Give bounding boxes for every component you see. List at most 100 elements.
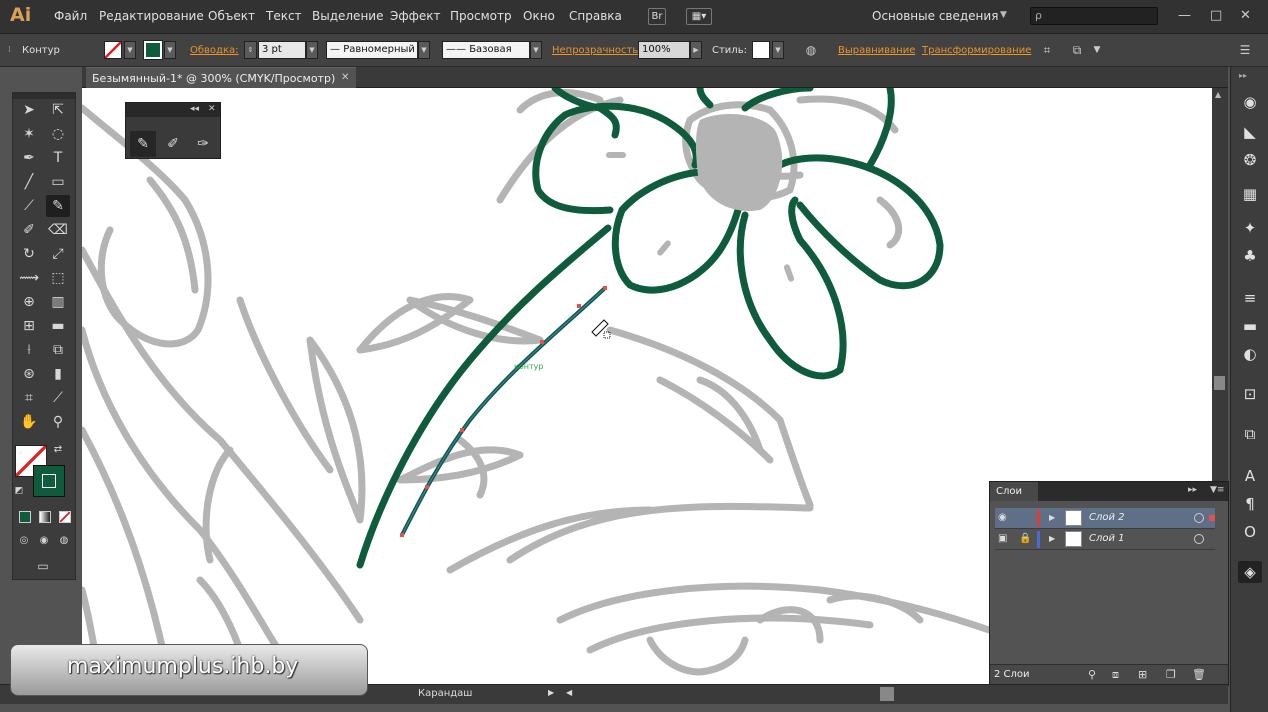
free-transform-tool-icon[interactable]: ⬚ xyxy=(46,267,70,289)
brushes-icon[interactable]: ✦ xyxy=(1238,217,1262,239)
stroke-stepper[interactable]: ⇕ xyxy=(244,41,257,59)
control-options-dropdown[interactable]: ▼ xyxy=(1090,43,1104,57)
pencil-tool-button[interactable]: ✎ xyxy=(130,131,156,157)
expand-layer-icon[interactable]: ▶ xyxy=(1049,534,1055,543)
default-colors-icon[interactable]: ◩ xyxy=(13,485,25,497)
maximize-button[interactable]: □ xyxy=(1210,8,1222,23)
opacity-link[interactable]: Непрозрачность: xyxy=(552,45,642,56)
layers-tab[interactable]: Слои xyxy=(990,482,1038,501)
layer-target-icon[interactable] xyxy=(1194,534,1204,544)
pen-tool-icon[interactable]: ✒ xyxy=(17,147,41,169)
rectangle-tool-icon[interactable]: ▭ xyxy=(46,171,70,193)
arrange-icon[interactable]: ⧉ xyxy=(1070,43,1084,57)
scroll-up-icon[interactable]: ▲ xyxy=(1215,90,1221,99)
layer-name[interactable]: Слой 1 xyxy=(1089,533,1125,544)
symbols-icon[interactable]: ♣ xyxy=(1238,245,1262,267)
close-flyout-icon[interactable]: ✕ xyxy=(208,104,216,114)
graphic-styles-icon[interactable]: ⧉ xyxy=(1238,423,1262,445)
none-mode-button[interactable] xyxy=(59,511,71,523)
shape-builder-tool-icon[interactable]: ⊕ xyxy=(17,291,41,313)
zoom-tool-icon[interactable]: ⚲ xyxy=(46,411,70,433)
column-graph-tool-icon[interactable]: ▮ xyxy=(46,363,70,385)
lasso-tool-icon[interactable]: ◌ xyxy=(46,123,70,145)
character-icon[interactable]: A xyxy=(1238,465,1262,487)
hand-tool-icon[interactable]: ✋ xyxy=(17,411,41,433)
screen-mode-icon[interactable]: ▭ xyxy=(31,557,55,575)
recolor-artwork-icon[interactable]: ◍ xyxy=(804,43,818,57)
paintbrush-tool-icon[interactable]: ⟋ xyxy=(17,195,41,217)
stroke-weight-dropdown[interactable]: ▼ xyxy=(306,41,318,59)
type-tool-icon[interactable]: T xyxy=(46,147,70,169)
graphic-style-swatch[interactable] xyxy=(752,41,770,59)
path-eraser-tool-button[interactable]: ✑ xyxy=(190,131,216,157)
document-tab[interactable]: Безымянный-1* @ 300% (CMYK/Просмотр) ✕ xyxy=(86,67,356,88)
brush-definition[interactable]: —— Базовая xyxy=(442,41,530,59)
align-link[interactable]: Выравнивание xyxy=(838,45,915,56)
bridge-button[interactable]: Br xyxy=(648,8,666,25)
stroke-panel-icon[interactable]: ≡ xyxy=(1238,287,1262,309)
magic-wand-tool-icon[interactable]: ✶ xyxy=(17,123,41,145)
menu-help[interactable]: Справка xyxy=(569,9,622,23)
color-mode-button[interactable] xyxy=(19,511,31,523)
transparency-icon[interactable]: ◐ xyxy=(1238,343,1262,365)
width-tool-icon[interactable]: ⟿ xyxy=(17,267,41,289)
gradient-mode-button[interactable] xyxy=(39,511,51,523)
mesh-tool-icon[interactable]: ⊞ xyxy=(17,315,41,337)
opentype-icon[interactable]: O xyxy=(1238,521,1262,543)
new-sublayer-icon[interactable]: ⊞ xyxy=(1138,668,1147,681)
smooth-tool-button[interactable]: ✐ xyxy=(160,131,186,157)
variable-width-profile[interactable]: — Равномерный xyxy=(326,41,418,59)
swatches-icon[interactable]: ▦ xyxy=(1238,183,1262,205)
close-tab-icon[interactable]: ✕ xyxy=(341,72,349,83)
panel-menu-icon[interactable]: ☰ xyxy=(1238,43,1252,57)
profile-dropdown[interactable]: ▼ xyxy=(418,41,430,59)
fill-swatch[interactable] xyxy=(104,41,122,59)
stroke-dropdown[interactable]: ▼ xyxy=(164,41,176,59)
layer-target-icon[interactable] xyxy=(1194,513,1204,523)
horizontal-scroll-thumb[interactable] xyxy=(880,687,894,701)
locate-object-icon[interactable]: ⚲ xyxy=(1088,668,1096,681)
rotate-tool-icon[interactable]: ↻ xyxy=(17,243,41,265)
search-field[interactable]: ρ xyxy=(1030,7,1158,25)
delete-layer-icon[interactable]: 🗑 xyxy=(1192,668,1206,681)
selection-tool-icon[interactable]: ➤ xyxy=(17,99,41,121)
status-menu-arrow-icon[interactable]: ▶ xyxy=(548,688,554,697)
appearance-icon[interactable]: ⊡ xyxy=(1238,383,1262,405)
visibility-eye-icon[interactable]: ◉ xyxy=(998,512,1007,523)
line-tool-icon[interactable]: ╱ xyxy=(17,171,41,193)
layers-panel-icon[interactable]: ◈ xyxy=(1238,561,1262,583)
minimize-button[interactable]: — xyxy=(1178,8,1191,23)
clipping-mask-icon[interactable]: ⧈ xyxy=(1112,668,1119,682)
menu-edit[interactable]: Редактирование xyxy=(99,9,204,23)
stroke-weight-link[interactable]: Обводка: xyxy=(190,45,239,56)
opacity-input[interactable]: 100% xyxy=(638,41,690,59)
pencil-tool-icon[interactable]: ✎ xyxy=(46,195,70,217)
collapse-panel-icon[interactable]: ▸▸ xyxy=(1188,485,1197,495)
layer-name[interactable]: Слой 2 xyxy=(1089,512,1125,523)
menu-window[interactable]: Окно xyxy=(523,9,555,23)
dock-collapse-icon[interactable]: ▸▸ xyxy=(1239,71,1247,80)
symbol-sprayer-tool-icon[interactable]: ⊛ xyxy=(17,363,41,385)
layer-row[interactable]: ◉ ▶ Слой 2 xyxy=(995,508,1215,529)
eraser-tool-icon[interactable]: ⌫ xyxy=(46,219,70,241)
workspace-switcher[interactable]: Основные сведения xyxy=(872,9,998,23)
graphic-style-dropdown[interactable]: ▼ xyxy=(772,41,784,59)
selected-art-indicator[interactable] xyxy=(1209,515,1215,521)
menu-file[interactable]: Файл xyxy=(54,9,87,23)
menu-view[interactable]: Просмотр xyxy=(450,9,512,23)
scroll-left-icon[interactable]: ◀ xyxy=(566,688,572,697)
artboard-tool-icon[interactable]: ⌗ xyxy=(17,387,41,409)
expand-layer-icon[interactable]: ▶ xyxy=(1049,513,1055,522)
menu-effect[interactable]: Эффект xyxy=(390,9,441,23)
perspective-grid-tool-icon[interactable]: ▥ xyxy=(46,291,70,313)
layer-row[interactable]: ▣ 🔒 ▶ Слой 1 xyxy=(995,529,1215,550)
swap-colors-icon[interactable]: ⇄ xyxy=(51,443,65,457)
slice-tool-icon[interactable]: ⟋ xyxy=(46,387,70,409)
paragraph-icon[interactable]: ¶ xyxy=(1238,493,1262,515)
menu-type[interactable]: Текст xyxy=(266,9,302,23)
color-panel-icon[interactable]: ◉ xyxy=(1238,91,1262,113)
blob-brush-tool-icon[interactable]: ✐ xyxy=(17,219,41,241)
draw-normal-icon[interactable]: ◎ xyxy=(15,533,33,549)
close-button[interactable]: ✕ xyxy=(1240,8,1251,23)
gradient-tool-icon[interactable]: ▬ xyxy=(46,315,70,337)
